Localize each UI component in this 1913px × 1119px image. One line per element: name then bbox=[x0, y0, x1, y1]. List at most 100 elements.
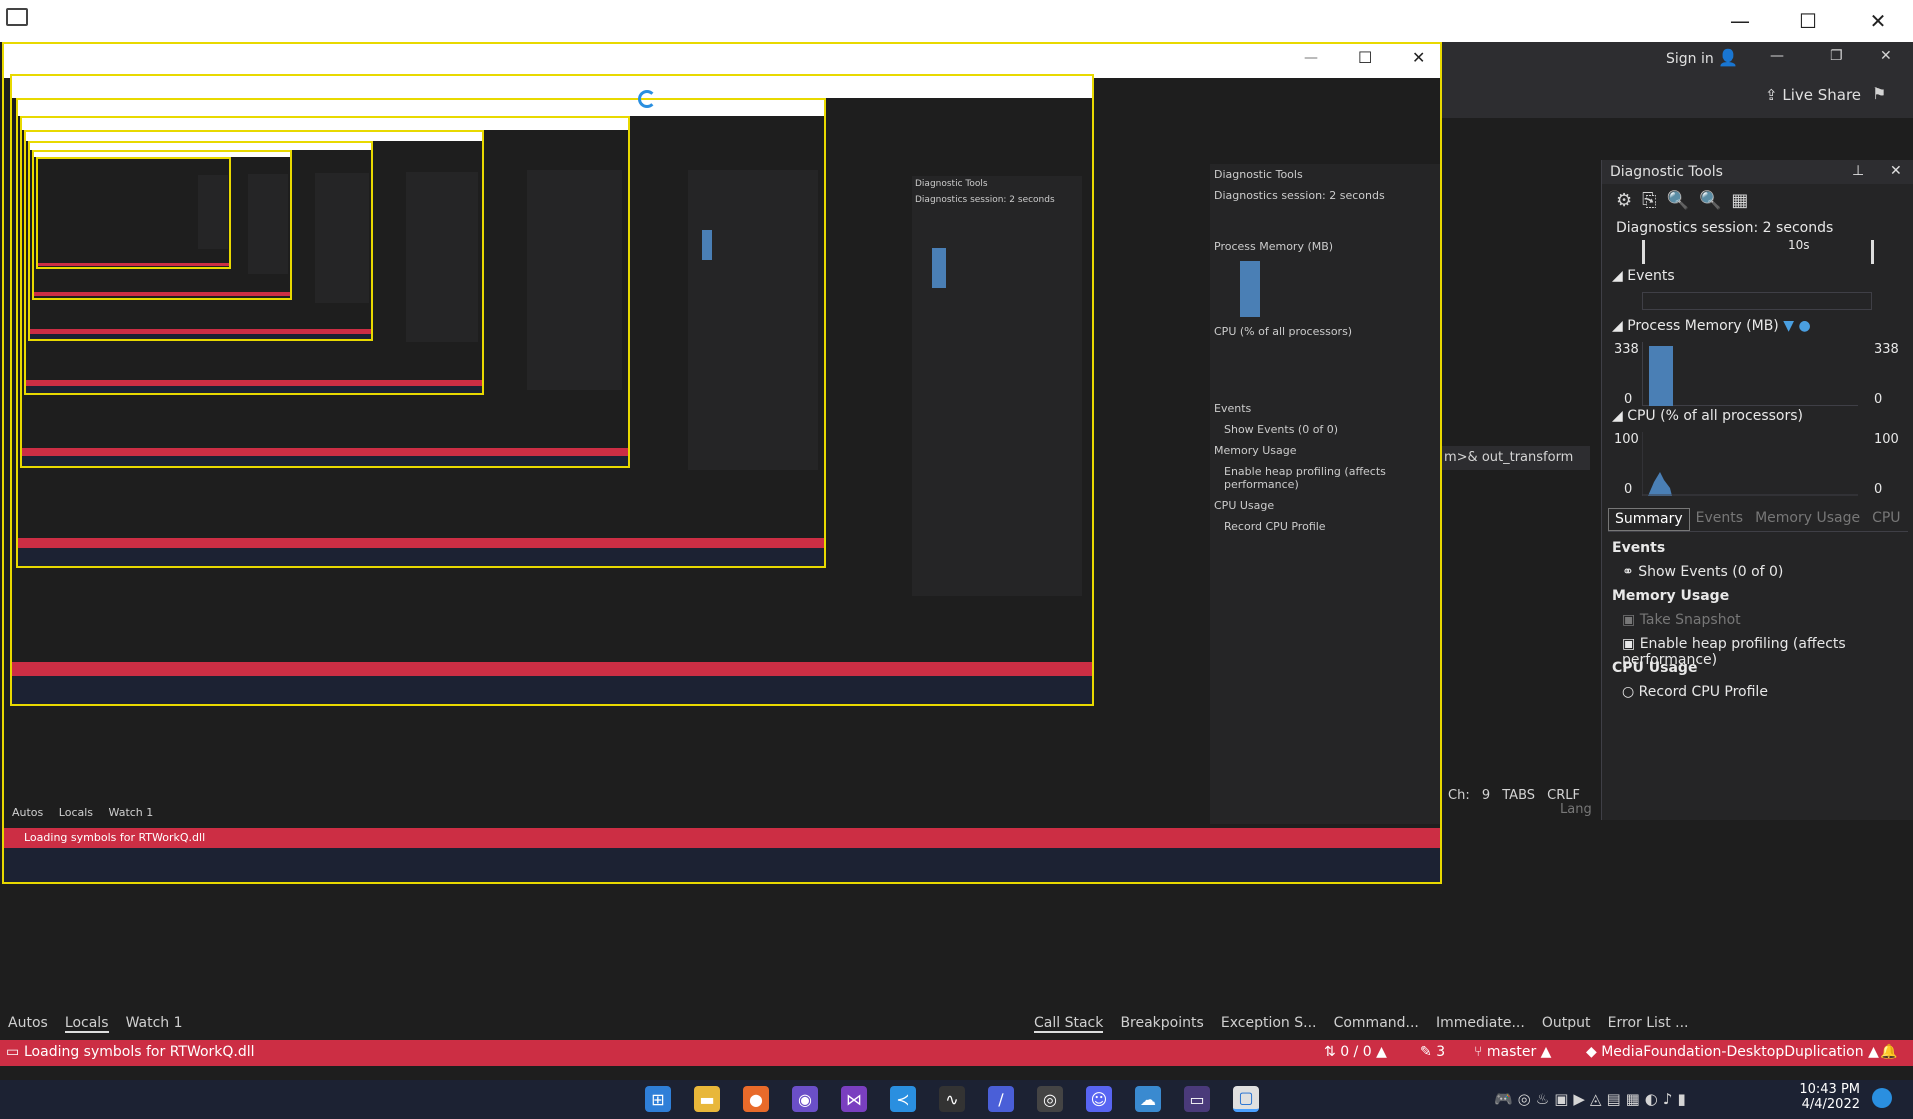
nested1-taskbar bbox=[4, 848, 1440, 882]
tab-exception[interactable]: Exception S... bbox=[1221, 1015, 1317, 1031]
nested1-autos[interactable]: Autos bbox=[12, 806, 43, 819]
nested-capture-8 bbox=[36, 157, 231, 269]
tab-cpu[interactable]: CPU bbox=[1866, 508, 1906, 531]
nested1-heap: Enable heap profiling (affects performan… bbox=[1224, 465, 1386, 491]
nested1-maximize[interactable]: ☐ bbox=[1358, 48, 1372, 67]
clock[interactable]: 10:43 PM 4/4/2022 bbox=[1780, 1082, 1860, 1112]
process-memory-label: Process Memory (MB) bbox=[1627, 318, 1779, 334]
nested-capture-5 bbox=[24, 130, 484, 395]
nested-capture-3 bbox=[16, 98, 826, 568]
live-share-button[interactable]: ⇪ Live Share bbox=[1765, 86, 1861, 104]
repo-indicator[interactable]: ◆ MediaFoundation-DesktopDuplication ▲ bbox=[1586, 1044, 1879, 1060]
tab-events[interactable]: Events bbox=[1690, 508, 1749, 531]
restore-icon[interactable]: ❐ bbox=[1830, 48, 1843, 64]
vs-preview-icon[interactable]: ∕ bbox=[988, 1086, 1014, 1112]
edits-indicator[interactable]: ✎ 3 bbox=[1420, 1044, 1445, 1060]
nested5-taskbar bbox=[26, 386, 482, 393]
events-header-label: Events bbox=[1627, 268, 1675, 284]
nested1-status-message: Loading symbols for RTWorkQ.dll bbox=[24, 831, 206, 844]
nested3-mem-bar bbox=[702, 230, 712, 260]
tab-watch1[interactable]: Watch 1 bbox=[126, 1015, 183, 1031]
cpu-min-right: 0 bbox=[1874, 482, 1883, 497]
tab-summary[interactable]: Summary bbox=[1608, 508, 1690, 531]
clock-time: 10:43 PM bbox=[1799, 1082, 1860, 1097]
nested2-status bbox=[12, 662, 1092, 676]
nested3-taskbar bbox=[18, 548, 824, 566]
minimize-button[interactable]: — bbox=[1710, 6, 1770, 36]
obs-icon[interactable]: ◎ bbox=[1037, 1086, 1063, 1112]
notification-badge[interactable] bbox=[1872, 1088, 1892, 1108]
nested1-watch[interactable]: Watch 1 bbox=[109, 806, 154, 819]
editor-status: Ch: 9 TABS CRLF bbox=[1448, 788, 1580, 803]
maximize-button[interactable]: ☐ bbox=[1778, 6, 1838, 36]
discord-icon[interactable]: ☺ bbox=[1086, 1086, 1112, 1112]
nested-capture-2: Diagnostic Tools Diagnostics session: 2 … bbox=[10, 74, 1094, 706]
cpu-header[interactable]: ◢ CPU (% of all processors) bbox=[1612, 408, 1803, 424]
nested1-locals[interactable]: Locals bbox=[59, 806, 93, 819]
capture-app-icon[interactable]: ▢ bbox=[1233, 1086, 1259, 1112]
github-icon[interactable]: ◉ bbox=[792, 1086, 818, 1112]
close-button[interactable]: ✕ bbox=[1848, 6, 1908, 36]
code-fragment: m>& out_transform bbox=[1440, 446, 1590, 470]
repo-value: MediaFoundation-DesktopDuplication bbox=[1601, 1044, 1864, 1060]
nested-title-bar-3 bbox=[18, 100, 824, 116]
tab-locals[interactable]: Locals bbox=[64, 1015, 109, 1033]
title-bar: — ☐ ✕ bbox=[0, 0, 1913, 42]
firefox-icon[interactable]: ● bbox=[743, 1086, 769, 1112]
nested2-mem-bar bbox=[932, 248, 946, 288]
status-icon: ▭ bbox=[6, 1044, 20, 1060]
nested6-taskbar bbox=[30, 334, 371, 339]
system-tray-icons[interactable]: 🎮◎♨▣▶◬▤▦◐♪▮ bbox=[1494, 1090, 1691, 1108]
nested2-taskbar bbox=[12, 676, 1092, 704]
notification-icon[interactable]: 🔔 bbox=[1880, 1044, 1897, 1060]
busy-cursor-icon bbox=[638, 90, 656, 108]
terminal-icon[interactable]: ▭ bbox=[1184, 1086, 1210, 1112]
visual-studio-icon[interactable]: ⋈ bbox=[841, 1086, 867, 1112]
pin-icon[interactable]: ⊥ bbox=[1852, 163, 1864, 179]
tab-autos[interactable]: Autos bbox=[8, 1015, 48, 1031]
nested4-diag bbox=[527, 170, 622, 390]
chat-icon[interactable]: ☁ bbox=[1135, 1086, 1161, 1112]
nested1-close[interactable]: ✕ bbox=[1412, 48, 1425, 67]
nested-capture-7 bbox=[32, 150, 292, 300]
tab-output[interactable]: Output bbox=[1542, 1015, 1591, 1031]
tab-call-stack[interactable]: Call Stack bbox=[1034, 1015, 1104, 1033]
cpu-max-right: 100 bbox=[1874, 432, 1899, 447]
bottom-right-tabs: Call Stack Breakpoints Exception S... Co… bbox=[1034, 1012, 1701, 1033]
timeline-ruler[interactable] bbox=[1642, 240, 1874, 264]
tab-immediate[interactable]: Immediate... bbox=[1436, 1015, 1525, 1031]
take-snapshot-button[interactable]: ▣ Take Snapshot bbox=[1622, 612, 1741, 628]
errors-indicator[interactable]: ⇅ 0 / 0 ▲ bbox=[1324, 1044, 1387, 1060]
branch-indicator[interactable]: ⑂ master ▲ bbox=[1474, 1044, 1551, 1060]
close-icon[interactable]: ✕ bbox=[1880, 48, 1892, 64]
panel-close-icon[interactable]: ✕ bbox=[1890, 163, 1902, 179]
nested1-show-events: Show Events (0 of 0) bbox=[1224, 423, 1339, 436]
status-bar: ▭ Loading symbols for RTWorkQ.dll ⇅ 0 / … bbox=[0, 1040, 1913, 1066]
account-icon[interactable]: 👤 bbox=[1718, 48, 1738, 67]
tab-command[interactable]: Command... bbox=[1334, 1015, 1419, 1031]
process-memory-header[interactable]: ◢ Process Memory (MB) ▼ ● bbox=[1612, 318, 1811, 334]
toolbar-icons[interactable]: ⚙⎘🔍🔍▦ bbox=[1616, 190, 1758, 211]
editor-strip: m>& out_transform Ch: 9 TABS CRLF bbox=[1440, 160, 1600, 820]
take-snapshot-label: Take Snapshot bbox=[1639, 612, 1741, 628]
nested1-minimize[interactable]: — bbox=[1304, 50, 1318, 66]
perf-monitor-icon[interactable]: ∿ bbox=[939, 1086, 965, 1112]
mem-min-left: 0 bbox=[1624, 392, 1633, 407]
lang-label: Lang bbox=[1560, 802, 1592, 817]
record-cpu-button[interactable]: ○ Record CPU Profile bbox=[1622, 684, 1768, 700]
nested4-status bbox=[22, 448, 628, 456]
tab-breakpoints[interactable]: Breakpoints bbox=[1120, 1015, 1203, 1031]
sign-in-link[interactable]: Sign in bbox=[1666, 51, 1714, 67]
tab-error-list[interactable]: Error List ... bbox=[1608, 1015, 1689, 1031]
windows-start-icon[interactable]: ⊞ bbox=[645, 1086, 671, 1112]
file-explorer-icon[interactable]: ▬ bbox=[694, 1086, 720, 1112]
cpu-max-left: 100 bbox=[1614, 432, 1639, 447]
feedback-icon[interactable]: ⚑ bbox=[1872, 84, 1886, 103]
mem-max-right: 338 bbox=[1874, 342, 1899, 357]
tab-memory-usage[interactable]: Memory Usage bbox=[1749, 508, 1866, 531]
min-icon[interactable]: — bbox=[1770, 48, 1784, 64]
vs-code-icon[interactable]: ≺ bbox=[890, 1086, 916, 1112]
events-header[interactable]: ◢ Events bbox=[1612, 268, 1675, 284]
nested-title-bar-5 bbox=[26, 132, 482, 141]
show-events-button[interactable]: ⚭ Show Events (0 of 0) bbox=[1622, 564, 1783, 580]
